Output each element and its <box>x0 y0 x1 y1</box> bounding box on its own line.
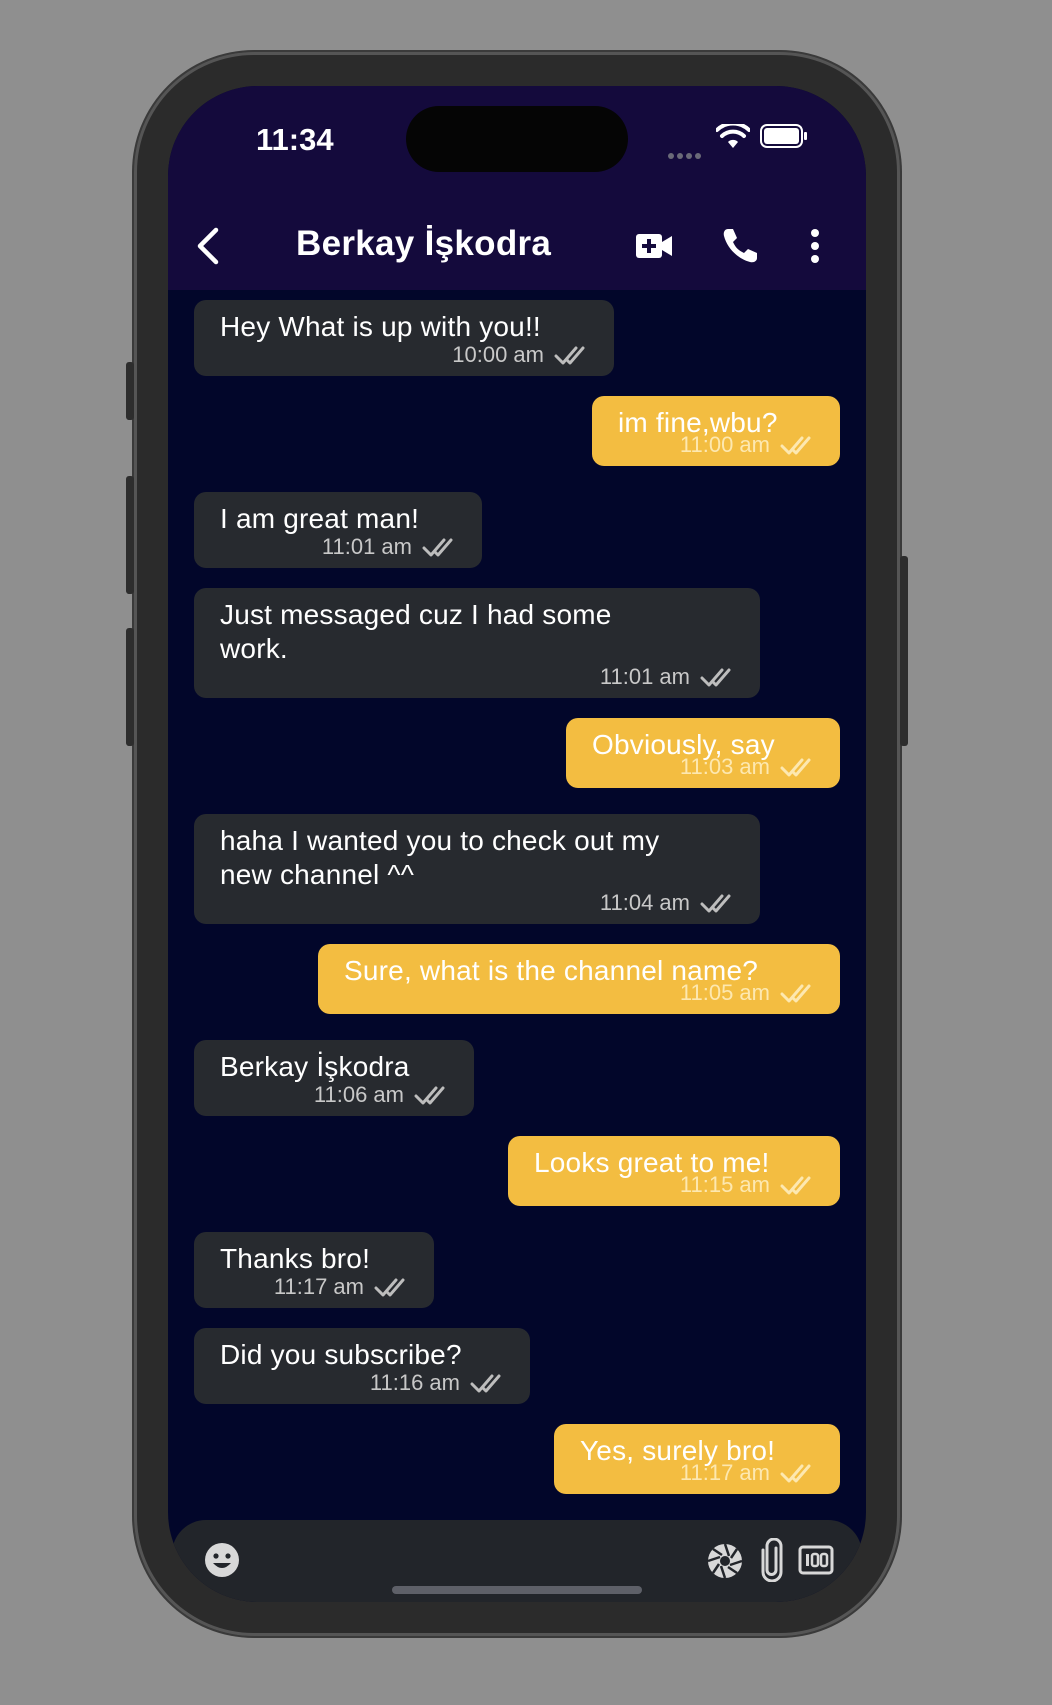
message-list[interactable]: Hey What is up with you!! 10:00 am im fi… <box>168 290 866 1590</box>
message-bubble-outgoing[interactable]: im fine,wbu? 11:00 am <box>592 396 840 466</box>
double-check-icon <box>414 1086 445 1105</box>
message-bubble-outgoing[interactable]: Obviously, say 11:03 am <box>566 718 840 788</box>
message-time: 11:03 am <box>679 754 770 779</box>
home-indicator[interactable] <box>392 1586 642 1594</box>
camera-shutter-icon[interactable] <box>706 1542 744 1580</box>
double-check-icon <box>554 346 585 365</box>
status-bar: 11:34 <box>168 86 866 206</box>
message-time: 11:06 am <box>313 1082 404 1107</box>
cellular-signal-icon <box>668 146 704 159</box>
emoji-icon[interactable] <box>204 1542 240 1578</box>
dynamic-island <box>406 106 628 172</box>
double-check-icon <box>700 668 731 687</box>
action-button <box>126 362 134 420</box>
message-text: Thanks bro! <box>220 1243 371 1274</box>
voice-call-icon[interactable] <box>720 226 760 266</box>
volume-down-button <box>126 628 134 746</box>
message-text: Berkay İşkodra <box>220 1051 410 1082</box>
message-time: 11:01 am <box>321 534 412 559</box>
message-time: 11:04 am <box>599 890 690 915</box>
message-bubble-outgoing[interactable]: Sure, what is the channel name? 11:05 am <box>318 944 840 1014</box>
message-text: Did you subscribe? <box>220 1339 462 1370</box>
gif-icon[interactable] <box>798 1544 834 1576</box>
double-check-icon <box>780 1176 811 1195</box>
message-text: I am great man! <box>220 503 420 534</box>
message-bubble-incoming[interactable]: I am great man! 11:01 am <box>194 492 482 568</box>
message-time: 11:17 am <box>273 1274 364 1299</box>
phone-screen: 11:34 Berkay İşkodra Hey What is up with… <box>168 86 866 1602</box>
message-bubble-incoming[interactable]: Just messaged cuz I had some work. 11:01… <box>194 588 760 698</box>
double-check-icon <box>470 1374 501 1393</box>
message-bubble-incoming[interactable]: Thanks bro! 11:17 am <box>194 1232 434 1308</box>
message-time: 11:00 am <box>679 432 770 457</box>
wifi-icon <box>716 124 750 148</box>
message-time: 11:05 am <box>679 980 770 1005</box>
message-bubble-outgoing[interactable]: Looks great to me! 11:15 am <box>508 1136 840 1206</box>
power-button <box>900 556 908 746</box>
double-check-icon <box>780 1464 811 1483</box>
double-check-icon <box>780 758 811 777</box>
video-call-icon[interactable] <box>634 228 674 264</box>
message-text: haha I wanted you to check out my new ch… <box>220 825 660 890</box>
message-bubble-outgoing[interactable]: Yes, surely bro! 11:17 am <box>554 1424 840 1494</box>
status-time: 11:34 <box>256 122 334 157</box>
message-text: Just messaged cuz I had some work. <box>220 599 612 664</box>
message-time: 11:01 am <box>599 664 690 689</box>
message-bubble-incoming[interactable]: Berkay İşkodra 11:06 am <box>194 1040 474 1116</box>
contact-name[interactable]: Berkay İşkodra <box>296 224 551 264</box>
back-arrow-icon[interactable] <box>188 224 228 268</box>
message-time: 11:17 am <box>679 1460 770 1485</box>
message-bubble-incoming[interactable]: Hey What is up with you!! 10:00 am <box>194 300 614 376</box>
more-options-icon[interactable] <box>808 228 822 264</box>
battery-icon <box>760 124 807 148</box>
double-check-icon <box>422 538 453 557</box>
message-bubble-incoming[interactable]: Did you subscribe? 11:16 am <box>194 1328 530 1404</box>
message-bubble-incoming[interactable]: haha I wanted you to check out my new ch… <box>194 814 760 924</box>
double-check-icon <box>780 436 811 455</box>
double-check-icon <box>700 894 731 913</box>
volume-up-button <box>126 476 134 594</box>
double-check-icon <box>374 1278 405 1297</box>
message-time: 10:00 am <box>452 342 544 367</box>
message-text: Hey What is up with you!! <box>220 311 541 342</box>
double-check-icon <box>780 984 811 1003</box>
message-time: 11:15 am <box>679 1172 770 1197</box>
message-time: 11:16 am <box>369 1370 460 1395</box>
paperclip-icon[interactable] <box>760 1538 784 1582</box>
chat-header: Berkay İşkodra <box>168 206 866 290</box>
